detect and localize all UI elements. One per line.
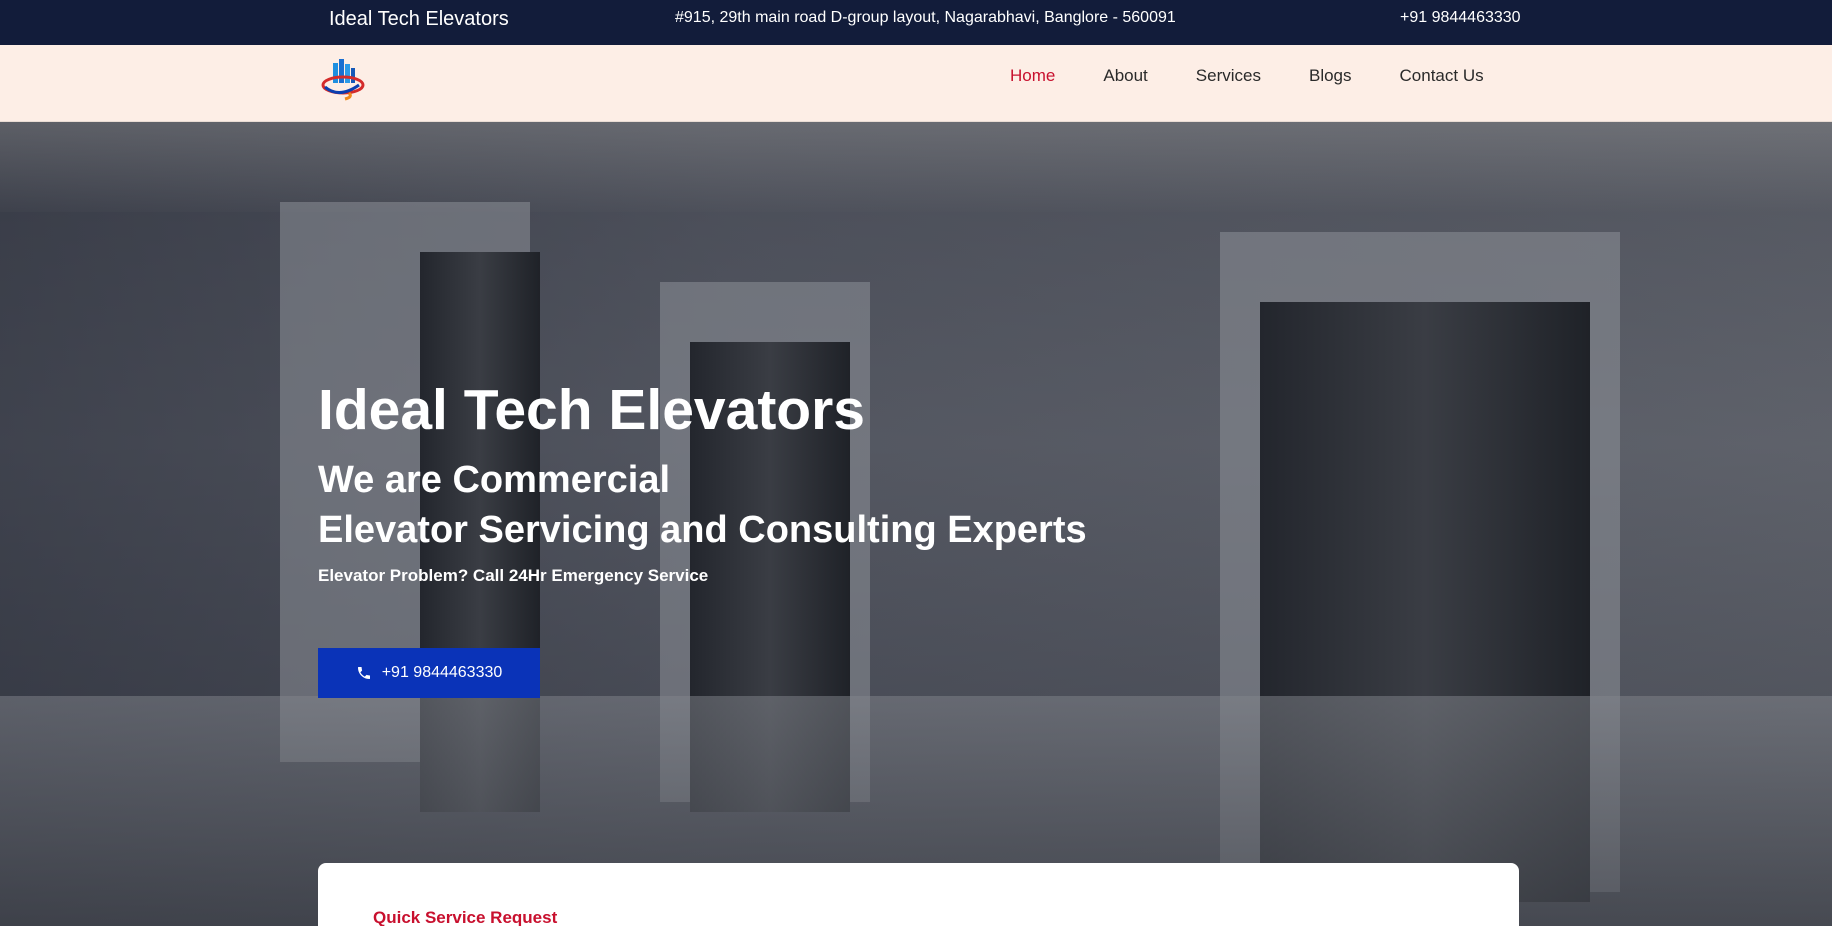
nav-contact-us[interactable]: Contact Us (1400, 66, 1484, 86)
hero-subtitle-line2: Elevator Servicing and Consulting Expert… (318, 509, 1087, 551)
hero-ceiling (0, 122, 1832, 212)
top-bar-address: #915, 29th main road D-group layout, Nag… (675, 9, 1176, 26)
call-button-label: +91 9844463330 (381, 664, 503, 681)
service-request-card: Quick Service Request (318, 863, 1519, 926)
company-logo[interactable] (319, 55, 367, 103)
nav-services[interactable]: Services (1196, 66, 1261, 86)
nav-blogs[interactable]: Blogs (1309, 66, 1352, 86)
hero-subtitle-line1: We are Commercial (318, 459, 671, 501)
nav-home[interactable]: Home (1010, 66, 1055, 86)
top-bar-phone[interactable]: +91 9844463330 (1400, 9, 1521, 27)
phone-icon (357, 667, 370, 679)
call-button[interactable]: +91 9844463330 (318, 648, 540, 698)
hero-title: Ideal Tech Elevators (318, 378, 866, 442)
card-label: Quick Service Request (373, 908, 558, 926)
nav-about[interactable]: About (1103, 66, 1147, 86)
hero-section: Ideal Tech Elevators We are Commercial E… (0, 122, 1832, 926)
main-nav: Home About Services Blogs Contact Us (1010, 66, 1532, 86)
hero-emergency-note: Elevator Problem? Call 24Hr Emergency Se… (318, 566, 709, 585)
navbar: Home About Services Blogs Contact Us (0, 45, 1832, 122)
top-bar-brand: Ideal Tech Elevators (329, 8, 509, 30)
top-bar: Ideal Tech Elevators #915, 29th main roa… (0, 0, 1832, 45)
logo-graphic (321, 59, 365, 101)
